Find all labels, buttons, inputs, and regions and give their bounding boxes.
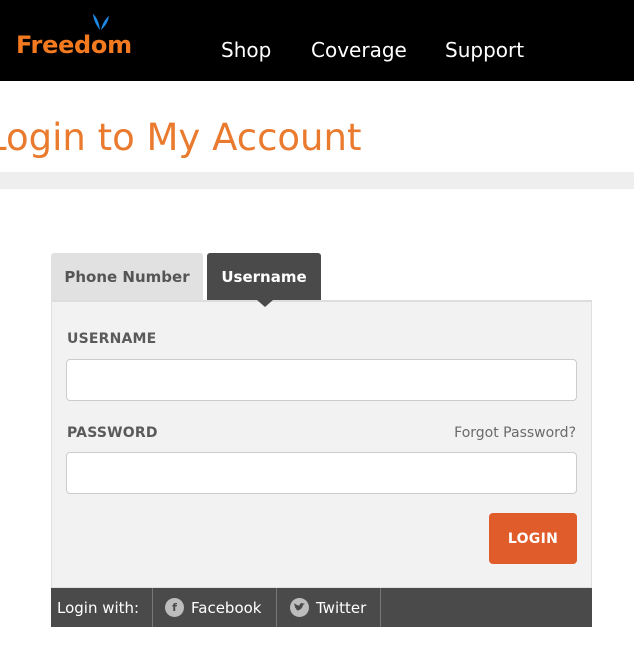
- nav-coverage[interactable]: Coverage: [311, 38, 407, 62]
- facebook-icon: f: [165, 598, 184, 617]
- forgot-password-link[interactable]: Forgot Password?: [454, 425, 576, 441]
- nav-shop[interactable]: Shop: [221, 38, 271, 62]
- username-label: USERNAME: [67, 331, 157, 347]
- nav-support[interactable]: Support: [445, 38, 524, 62]
- logo-wordmark: Freedom: [16, 31, 132, 59]
- top-navigation-bar: Freedom Shop Coverage Support: [0, 0, 634, 81]
- password-field[interactable]: [66, 452, 577, 494]
- twitter-login-button[interactable]: Twitter: [290, 588, 366, 627]
- username-field[interactable]: [66, 359, 577, 401]
- active-tab-pointer: [257, 300, 273, 307]
- twitter-icon: [290, 598, 309, 617]
- page-title: Login to My Account: [0, 116, 362, 159]
- title-divider-bar: [0, 172, 634, 189]
- social-login-label: Login with:: [57, 599, 140, 617]
- tab-phone-number[interactable]: Phone Number: [51, 253, 203, 301]
- login-button[interactable]: LOGIN: [489, 513, 577, 564]
- twitter-label: Twitter: [316, 598, 367, 617]
- social-divider: [380, 588, 381, 627]
- freedom-logo[interactable]: Freedom: [16, 12, 146, 62]
- social-login-bar: Login with: f Facebook Twitter: [51, 588, 592, 627]
- tab-username[interactable]: Username: [207, 253, 321, 301]
- facebook-login-button[interactable]: f Facebook: [165, 588, 261, 627]
- social-divider: [152, 588, 153, 627]
- facebook-label: Facebook: [191, 598, 262, 617]
- password-label: PASSWORD: [67, 425, 158, 441]
- social-divider: [276, 588, 277, 627]
